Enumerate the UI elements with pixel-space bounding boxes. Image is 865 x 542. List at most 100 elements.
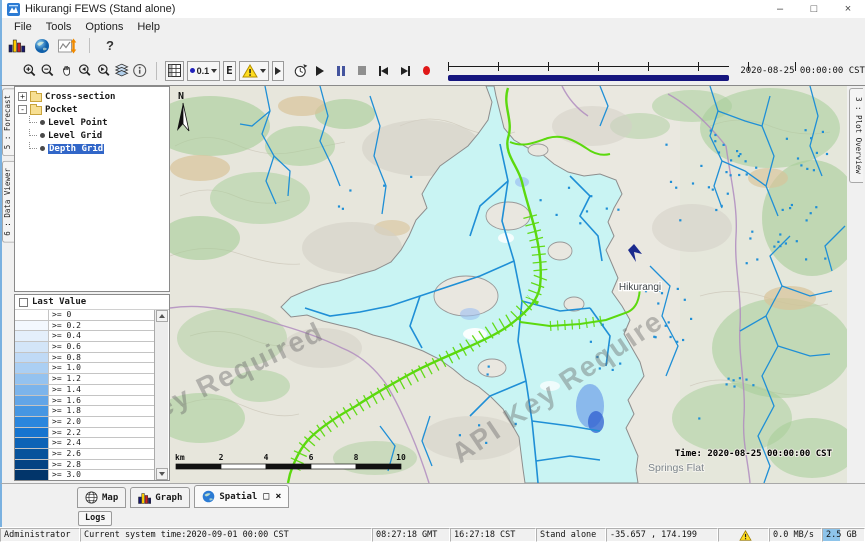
maximize-button[interactable]: □ — [797, 0, 831, 18]
tab-forecast[interactable]: 5 : Forecast — [2, 88, 14, 156]
tree-item-label-selected[interactable]: Depth Grid — [48, 144, 104, 154]
last-value-checkbox[interactable] — [19, 298, 28, 307]
status-memory-gauge: 2.5 GB — [822, 528, 865, 542]
legend-swatch — [15, 449, 49, 459]
thresholds-warning-dropdown[interactable] — [239, 61, 269, 81]
legend-row[interactable]: >= 3.0 — [15, 470, 154, 480]
record-button[interactable] — [423, 66, 430, 75]
skip-to-end-button[interactable] — [401, 66, 410, 76]
layers-icon[interactable] — [114, 61, 129, 80]
menu-options[interactable]: Options — [79, 20, 129, 34]
tab-data-viewer[interactable]: 6 : Data Viewer — [2, 161, 14, 243]
legend-swatch — [15, 363, 49, 373]
scale-tick: 10 — [396, 453, 406, 462]
tree-item-label[interactable]: Pocket — [45, 105, 78, 115]
bottom-tab-bar: Map Graph Spatial □ × — [0, 483, 865, 509]
legend-row[interactable]: >= 0.6 — [15, 342, 154, 353]
globe-icon — [202, 490, 215, 503]
tree-item-label[interactable]: Level Grid — [48, 131, 102, 141]
grid-display-button[interactable] — [165, 61, 184, 81]
pause-button[interactable] — [337, 66, 345, 76]
set-time-clock-icon[interactable] — [293, 61, 308, 80]
status-warning-cell[interactable] — [718, 528, 769, 542]
help-button[interactable]: ? — [102, 38, 118, 53]
menu-file[interactable]: File — [8, 20, 38, 34]
legend-row[interactable]: >= 2.4 — [15, 438, 154, 449]
timeseries-display-icon[interactable] — [58, 38, 77, 54]
animation-panel-button[interactable] — [272, 61, 284, 81]
scale-tick: 8 — [354, 453, 359, 462]
tab-graph[interactable]: Graph — [130, 487, 190, 508]
tree-item-pocket[interactable]: - Pocket — [15, 103, 169, 116]
legend-row[interactable]: >= 1.0 — [15, 363, 154, 374]
collapse-icon[interactable]: - — [18, 105, 27, 114]
legend-row[interactable]: >= 1.6 — [15, 396, 154, 407]
close-button[interactable]: × — [831, 0, 865, 18]
time-slider-range-bar[interactable] — [448, 75, 730, 81]
legend-swatch — [15, 385, 49, 395]
legend-row[interactable]: >= 2.0 — [15, 417, 154, 428]
time-slider[interactable] — [446, 58, 732, 84]
legend-row[interactable]: >= 0.8 — [15, 353, 154, 364]
legend-header: Last Value — [15, 295, 169, 310]
legend-row[interactable]: >= 1.8 — [15, 406, 154, 417]
right-tab-strip: 3 : Plot Overview — [847, 86, 865, 483]
expand-icon[interactable]: + — [18, 92, 27, 101]
tab-spatial[interactable]: Spatial □ × — [194, 485, 289, 508]
tree-item-level-point[interactable]: Level Point — [15, 116, 169, 129]
tree-item-label[interactable]: Cross-section — [45, 92, 115, 102]
scroll-up-button[interactable] — [156, 310, 168, 322]
info-icon[interactable] — [132, 61, 147, 80]
tab-plot-overview[interactable]: 3 : Plot Overview — [849, 88, 863, 183]
legend-row[interactable]: >= 2.2 — [15, 428, 154, 439]
tree-item-cross-section[interactable]: + Cross-section — [15, 90, 169, 103]
bullet-icon — [40, 120, 45, 125]
menu-tools[interactable]: Tools — [40, 20, 78, 34]
legend-label: >= 0.6 — [49, 342, 154, 352]
play-button[interactable] — [316, 66, 324, 76]
legend-label: >= 0 — [49, 310, 154, 320]
pan-hand-icon[interactable] — [59, 61, 74, 80]
status-user: Administrator — [0, 528, 80, 542]
map-display-icon[interactable] — [34, 38, 50, 54]
status-gmt-time: 08:27:18 GMT — [372, 528, 450, 542]
zoom-out-icon[interactable] — [40, 61, 55, 80]
classbreak-threshold-dropdown[interactable]: 0.1 — [187, 61, 221, 81]
database-display-icon[interactable] — [8, 37, 26, 54]
legend-row[interactable]: >= 0.2 — [15, 321, 154, 332]
map-view[interactable]: Hikurangi Springs Flat ey Required API K… — [170, 86, 847, 483]
scroll-down-button[interactable] — [156, 468, 168, 480]
tree-item-depth-grid[interactable]: Depth Grid — [15, 142, 169, 155]
zoom-next-icon[interactable] — [96, 61, 111, 80]
map-canvas[interactable]: Hikurangi Springs Flat ey Required API K… — [170, 86, 847, 483]
threshold-dot-icon — [190, 68, 195, 73]
bullet-icon — [40, 146, 45, 151]
main-area: 5 : Forecast 6 : Data Viewer + Cross-sec… — [0, 86, 865, 483]
tab-graph-label: Graph — [155, 493, 182, 503]
legend-row[interactable]: >= 1.4 — [15, 385, 154, 396]
arrow-down-icon — [159, 472, 165, 476]
status-network-rate: 0.0 MB/s — [769, 528, 822, 542]
scale-tick: 6 — [309, 453, 314, 462]
zoom-previous-icon[interactable] — [77, 61, 92, 80]
legend-row[interactable]: >= 2.8 — [15, 460, 154, 471]
tab-maximize-icon[interactable]: □ — [263, 491, 269, 502]
zoom-in-icon[interactable] — [22, 61, 37, 80]
legend-toggle-button[interactable]: E — [223, 61, 236, 81]
tab-close-icon[interactable]: × — [275, 491, 281, 502]
tab-map[interactable]: Map — [77, 487, 126, 508]
tree-item-label[interactable]: Level Point — [48, 118, 108, 128]
stop-button[interactable] — [358, 66, 365, 75]
tree-item-level-grid[interactable]: Level Grid — [15, 129, 169, 142]
menu-help[interactable]: Help — [131, 20, 166, 34]
logs-button[interactable]: Logs — [78, 511, 112, 526]
legend-row[interactable]: >= 2.6 — [15, 449, 154, 460]
menu-bar: File Tools Options Help — [0, 18, 865, 35]
legend-row[interactable]: >= 0.4 — [15, 331, 154, 342]
minimize-button[interactable]: – — [763, 0, 797, 18]
time-tick — [698, 62, 699, 71]
skip-to-start-button[interactable] — [379, 66, 388, 76]
legend-row[interactable]: >= 0 — [15, 310, 154, 321]
legend-row[interactable]: >= 1.2 — [15, 374, 154, 385]
legend-scrollbar[interactable] — [154, 310, 168, 480]
